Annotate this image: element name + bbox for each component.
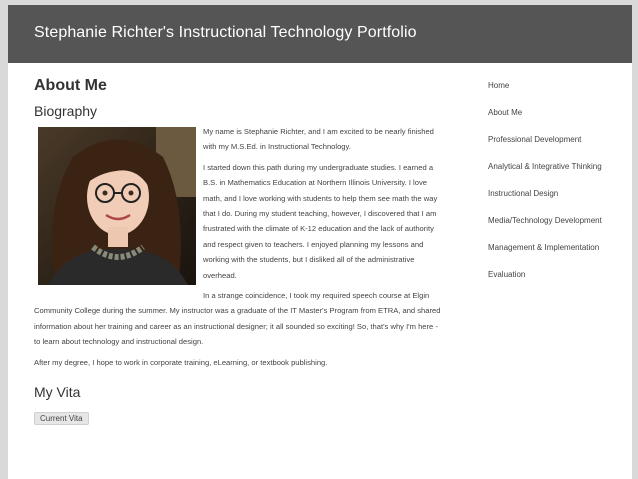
nav-item-analytical-integrative-thinking[interactable]: Analytical & Integrative Thinking	[488, 160, 623, 174]
page: Stephanie Richter's Instructional Techno…	[8, 5, 632, 479]
nav-item-about-me[interactable]: About Me	[488, 106, 623, 120]
section-title: Biography	[34, 103, 98, 119]
nav-item-management-implementation[interactable]: Management & Implementation	[488, 241, 623, 255]
nav-item-media-technology-development[interactable]: Media/Technology Development	[488, 214, 623, 228]
site-header: Stephanie Richter's Instructional Techno…	[8, 5, 632, 63]
bio-paragraph-3: In a strange coincidence, I took my requ…	[34, 291, 441, 347]
bio-paragraph-4: After my degree, I hope to work in corpo…	[34, 357, 328, 367]
current-vita-button[interactable]: Current Vita	[34, 412, 89, 426]
nav-item-evaluation[interactable]: Evaluation	[488, 268, 623, 282]
nav-item-instructional-design[interactable]: Instructional Design	[488, 187, 623, 201]
site-title[interactable]: Stephanie Richter's Instructional Techno…	[34, 24, 417, 42]
sidebar-nav: Home About Me Professional Development A…	[488, 79, 623, 295]
nav-item-professional-development[interactable]: Professional Development	[488, 133, 623, 147]
main-content: About Me Biography My name is Stephanie …	[34, 77, 442, 426]
nav-item-home[interactable]: Home	[488, 79, 623, 93]
profile-photo-illustration	[38, 127, 196, 285]
vita-title: My Vita	[34, 384, 81, 401]
biography: My name is Stephanie Richter, and I am e…	[34, 124, 442, 370]
page-title: About Me	[34, 77, 107, 94]
profile-photo	[38, 127, 196, 285]
